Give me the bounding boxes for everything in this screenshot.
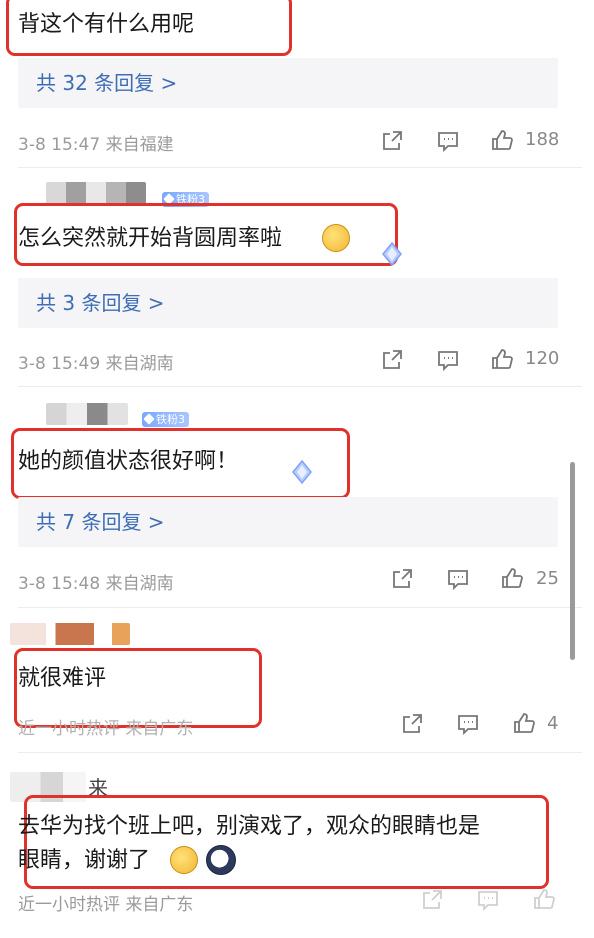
comment-text-line1: 去华为找个班上吧，别演戏了，观众的眼睛也是: [18, 814, 481, 839]
comment-text: 就很难评: [18, 666, 107, 691]
comment-text: 背这个有什么用呢: [18, 12, 195, 37]
comment-icon[interactable]: [436, 129, 460, 153]
divider: [18, 386, 582, 387]
fan-badge: 铁粉3: [142, 412, 189, 427]
divider: [18, 607, 582, 608]
comment-icon[interactable]: [456, 712, 480, 736]
replies-box[interactable]: 共 7 条回复 >: [18, 497, 558, 547]
divider: [18, 752, 582, 753]
share-icon[interactable]: [420, 888, 444, 912]
666-emoji-icon: [170, 846, 198, 874]
comment-meta: 近一小时热评 来自广东: [18, 895, 194, 915]
like-count: 4: [547, 713, 559, 734]
replies-link[interactable]: 共 7 条回复 >: [18, 497, 558, 547]
comment-meta: 3-8 15:48 来自湖南: [18, 574, 174, 594]
replies-link[interactable]: 共 3 条回复 >: [18, 278, 558, 328]
avatar-blur: [46, 403, 128, 425]
replies-box[interactable]: 共 3 条回复 >: [18, 278, 558, 328]
comment-icon[interactable]: [436, 348, 460, 372]
like-count: 188: [525, 129, 560, 150]
thinking-emoji-icon: [322, 224, 350, 252]
thumbs-up-icon[interactable]: [532, 887, 556, 911]
comment-meta: 3-8 15:47 来自福建: [18, 135, 174, 155]
share-icon[interactable]: [380, 348, 404, 372]
thumbs-up-icon[interactable]: [490, 128, 514, 152]
share-icon[interactable]: [390, 567, 414, 591]
diamond-badge-icon: [378, 240, 406, 268]
share-icon[interactable]: [380, 129, 404, 153]
comment-meta: 近一小时热评 来自广东: [18, 719, 194, 739]
comment-icon[interactable]: [476, 888, 500, 912]
thumbs-up-icon[interactable]: [490, 347, 514, 371]
comment-icon[interactable]: [446, 567, 470, 591]
avatar-blur: [10, 623, 130, 645]
like-count: 120: [525, 348, 560, 369]
comment-text-line2: 眼睛，谢谢了: [18, 848, 151, 873]
scrollbar[interactable]: [570, 462, 575, 660]
thumbs-up-icon[interactable]: [512, 711, 536, 735]
comment-text: 她的颜值状态很好啊！: [18, 449, 239, 474]
diamond-badge-icon: [288, 458, 316, 486]
share-icon[interactable]: [400, 712, 424, 736]
comment-meta: 3-8 15:49 来自湖南: [18, 354, 174, 374]
replies-link[interactable]: 共 32 条回复 >: [18, 58, 558, 108]
replies-box[interactable]: 共 32 条回复 >: [18, 58, 558, 108]
divider: [18, 167, 582, 168]
like-count: 25: [536, 568, 559, 589]
crying-emoji-icon: [206, 845, 236, 875]
thumbs-up-icon[interactable]: [500, 566, 524, 590]
avatar-blur: [46, 182, 146, 204]
comment-text: 怎么突然就开始背圆周率啦: [18, 226, 283, 251]
